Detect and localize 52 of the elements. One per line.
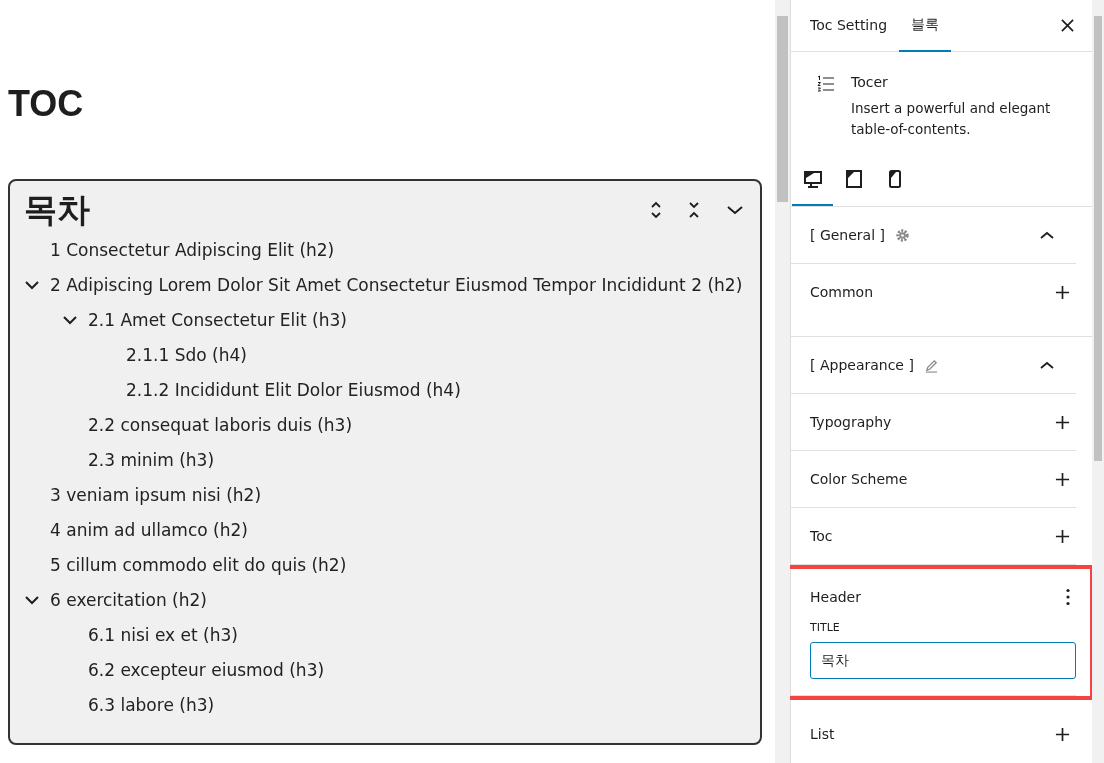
plus-icon[interactable]	[1055, 528, 1070, 544]
toc-title: 목차	[24, 189, 91, 231]
toc-link[interactable]: 5 cillum commodo elit do quis (h2)	[50, 548, 347, 583]
desktop-icon	[802, 169, 823, 189]
close-icon[interactable]	[1061, 19, 1074, 32]
panel-title[interactable]: Header	[810, 589, 861, 605]
collapse-all-icon[interactable]	[688, 200, 700, 220]
toc-link[interactable]: 2.2 consequat laboris duis (h3)	[88, 408, 353, 443]
toc-link[interactable]: 6 exercitation (h2)	[50, 583, 207, 618]
group-title: [ General ]	[810, 227, 885, 243]
group-title: [ Appearance ]	[810, 357, 914, 373]
panel-title[interactable]: List	[810, 726, 835, 742]
toc-link[interactable]: 6.2 excepteur eiusmod (h3)	[88, 653, 325, 688]
scrollbar-thumb[interactable]	[1094, 16, 1102, 461]
block-description: Insert a powerful and elegant table-of-contents.	[851, 99, 1052, 139]
toc-link[interactable]: 3 veniam ipsum nisi (h2)	[50, 478, 262, 513]
more-options-icon[interactable]	[1066, 588, 1070, 606]
tablet-icon	[843, 169, 864, 189]
toc-link[interactable]: 2.1.2 Incididunt Elit Dolor Eiusmod (h4)	[126, 373, 461, 408]
panel-title[interactable]: Common	[810, 284, 874, 300]
chevron-up-icon[interactable]	[1040, 231, 1054, 239]
chevron-down-icon[interactable]	[62, 315, 78, 325]
panel-title[interactable]: Toc	[810, 528, 833, 544]
chevron-down-icon[interactable]	[24, 280, 40, 290]
chevron-up-icon[interactable]	[1040, 361, 1054, 369]
plus-icon[interactable]	[1055, 284, 1070, 300]
block-name: Tocer	[851, 74, 889, 90]
toc-link[interactable]: 6.3 labore (h3)	[88, 688, 215, 723]
field-label: TITLE	[810, 621, 841, 634]
sidebar-tab[interactable]: 블록	[899, 0, 951, 52]
expand-all-icon[interactable]	[650, 200, 662, 220]
panel-title[interactable]: Typography	[810, 414, 892, 430]
gear-icon	[895, 227, 910, 243]
title-input[interactable]: 목차	[810, 642, 1076, 679]
sidebar-tab[interactable]: Toc Setting	[798, 0, 899, 52]
toc-link[interactable]: 6.1 nisi ex et (h3)	[88, 618, 238, 653]
chevron-down-icon[interactable]	[726, 205, 744, 215]
toc-link[interactable]: 2 Adipiscing Lorem Dolor Sit Amet Consectetur Eiusmod Tempor Incididunt 2 (h2)	[50, 268, 743, 303]
chevron-down-icon[interactable]	[24, 595, 40, 605]
toc-link[interactable]: 2.3 minim (h3)	[88, 443, 215, 478]
plus-icon[interactable]	[1055, 414, 1070, 430]
toc-link[interactable]: 2.1.1 Sdo (h4)	[126, 338, 247, 373]
toc-link[interactable]: 4 anim ad ullamco (h2)	[50, 513, 248, 548]
plus-icon[interactable]	[1055, 726, 1070, 742]
page-heading: TOC	[8, 82, 85, 126]
panel-title[interactable]: Color Scheme	[810, 471, 908, 487]
toc-link[interactable]: 1 Consectetur Adipiscing Elit (h2)	[50, 233, 335, 268]
pencil-icon	[923, 357, 939, 373]
numbered-list-icon	[817, 74, 835, 92]
toc-link[interactable]: 2.1 Amet Consectetur Elit (h3)	[88, 303, 347, 338]
scrollbar-thumb[interactable]	[777, 16, 788, 202]
plus-icon[interactable]	[1055, 471, 1070, 487]
